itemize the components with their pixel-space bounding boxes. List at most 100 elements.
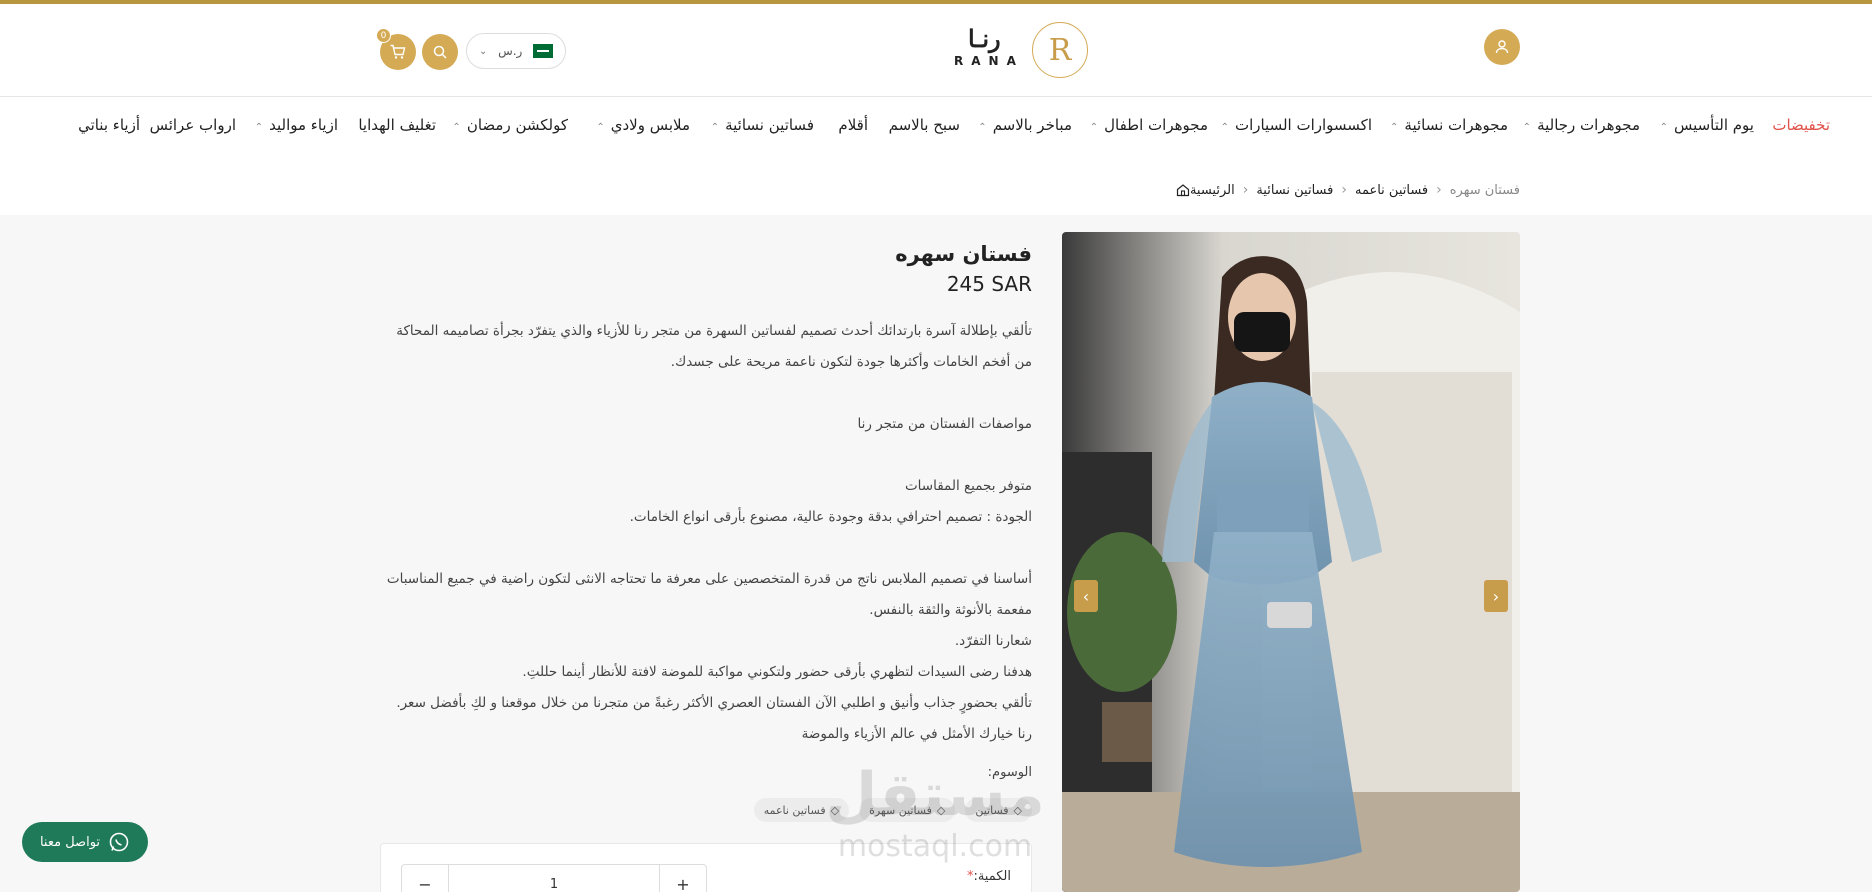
nav-item-label: أقلام <box>838 116 868 134</box>
chevron-up-icon: ⌃ <box>254 122 264 133</box>
whatsapp-icon <box>109 832 129 852</box>
description-line: هدفنا رضى السيدات لتظهري بأرقى حضور ولتك… <box>522 664 1032 680</box>
chevron-left-icon: ‹ <box>1242 182 1249 198</box>
nav-item-mens-jewelry[interactable]: مجوهرات رجالية ⌃ <box>1523 116 1640 134</box>
gallery-prev-button[interactable]: ‹ <box>1074 580 1098 612</box>
product-price: 245 SAR <box>946 272 1032 296</box>
nav-item-label: يوم التأسيس <box>1673 116 1754 134</box>
chevron-left-icon: ‹ <box>1082 586 1090 606</box>
chevron-up-icon: ⌃ <box>1522 122 1532 133</box>
chevron-up-icon: ⌃ <box>978 122 987 133</box>
nav-item-sale[interactable]: تخفيضات <box>1772 116 1830 134</box>
breadcrumb-womens-dresses[interactable]: فساتين نسائية <box>1256 183 1333 198</box>
description-line <box>380 378 1032 409</box>
user-icon <box>1495 40 1509 54</box>
product-title: فستان سهره <box>895 242 1032 266</box>
chevron-left-icon: ‹ <box>1341 182 1347 198</box>
watermark-arabic: مستقل <box>825 760 1045 830</box>
nav-item-named-rosaries[interactable]: سبح بالاسم <box>889 116 960 134</box>
breadcrumb: الرئيسية ‹ فساتين نسائية ‹ فساتين ناعمه … <box>1170 182 1520 198</box>
increase-quantity-button[interactable]: + <box>660 865 706 892</box>
nav-item-pens[interactable]: أقلام <box>838 116 868 134</box>
nav-item-label: مجوهرات رجالية <box>1537 116 1640 134</box>
description-line: مواصفات الفستان من متجر رنا <box>857 416 1032 432</box>
description-line: الجودة : تصميم احترافي بدقة وجودة عالية،… <box>629 509 1032 525</box>
description-line <box>380 440 1032 471</box>
nav-item-label: اكسسوارات السيارات <box>1234 116 1372 134</box>
description-line: تألقي بإطلالة آسرة بارتدائك أحدث تصميم ل… <box>396 323 1032 370</box>
nav-item-label: تغليف الهدايا <box>358 116 436 134</box>
chevron-up-icon: ⌃ <box>1659 122 1668 133</box>
nav-item-gift-wrapping[interactable]: تغليف الهدايا <box>358 116 436 134</box>
chevron-up-icon: ⌃ <box>1220 122 1229 133</box>
site-header: رنـا RANA R ⌄ ر.س 0 <box>0 4 1872 97</box>
quantity-stepper: − 1 + <box>401 864 707 892</box>
whatsapp-label: تواصل معنا <box>39 834 101 850</box>
chevron-right-icon: › <box>1492 586 1500 606</box>
nav-item-label: مباخر بالاسم <box>992 116 1072 134</box>
nav-item-label: تخفيضات <box>1772 116 1830 134</box>
description-line: تألقي بحضورٍ جذاب وأنيق و اطلبي الآن الف… <box>396 695 1032 711</box>
watermark-english: mostaql.com <box>837 829 1033 864</box>
nav-item-womens-jewelry[interactable]: مجوهرات نسائية ⌃ <box>1390 116 1508 134</box>
breadcrumb-home[interactable]: الرئيسية <box>1190 183 1235 198</box>
currency-selector[interactable]: ⌄ ر.س <box>466 33 566 69</box>
gallery-next-button[interactable]: › <box>1484 580 1508 612</box>
nav-item-founding-day[interactable]: يوم التأسيس ⌃ <box>1660 116 1754 134</box>
chevron-up-icon: ⌃ <box>1089 122 1099 133</box>
main-navigation: تخفيضات يوم التأسيس ⌃ مجوهرات رجالية ⌃ مجو… <box>0 98 1872 158</box>
nav-item-ramadan-collection[interactable]: كولكشن رمضان ⌃ <box>452 116 568 134</box>
tag-label: فساتين ناعمه <box>763 803 826 817</box>
nav-item-label: مجوهرات اطفال <box>1104 116 1208 134</box>
search-icon <box>433 45 447 59</box>
nav-item-car-accessories[interactable]: اكسسوارات السيارات ⌃ <box>1221 116 1372 134</box>
chevron-up-icon: ⌃ <box>596 122 605 133</box>
description-line <box>380 533 1032 564</box>
account-button[interactable] <box>1484 29 1520 65</box>
description-line: أساسنا في تصميم الملابس ناتج من قدرة الم… <box>386 571 1032 618</box>
nav-item-label: سبح بالاسم <box>888 116 960 134</box>
saudi-flag-icon <box>533 44 553 58</box>
nav-item-newborn-fashion[interactable]: ازياء مواليد ⌃ <box>255 116 338 134</box>
product-photo <box>1062 232 1520 892</box>
cart-count-badge: 0 <box>376 28 391 43</box>
chevron-up-icon: ⌃ <box>1390 122 1399 133</box>
nav-item-label: مجوهرات نسائية <box>1404 116 1508 134</box>
nav-item-kids-jewelry[interactable]: مجوهرات اطفال ⌃ <box>1090 116 1208 134</box>
whatsapp-contact-button[interactable]: تواصل معنا <box>22 822 148 862</box>
logo-english-text: RANA <box>954 54 1024 68</box>
product-image-gallery[interactable] <box>1062 232 1520 892</box>
chevron-up-icon: ⌃ <box>710 122 720 133</box>
nav-item-womens-dresses[interactable]: فساتين نسائية ⌃ <box>711 116 814 134</box>
currency-label: ر.س <box>498 44 523 58</box>
nav-item-label: فساتين نسائية <box>725 116 814 134</box>
nav-item-label: كولكشن رمضان <box>466 116 568 134</box>
nav-item-label: أزياء بناتي <box>78 116 140 134</box>
site-logo[interactable]: رنـا RANA R <box>950 16 1090 82</box>
nav-item-bridal-robes[interactable]: ارواب عرائس <box>150 116 236 134</box>
nav-item-label: ملابس ولادي <box>610 116 690 134</box>
logo-mark: R <box>1032 22 1088 78</box>
quantity-input[interactable]: 1 <box>448 865 660 892</box>
nav-item-label: ازياء مواليد <box>269 116 338 134</box>
decrease-quantity-button[interactable]: − <box>402 865 448 892</box>
cart-button[interactable]: 0 <box>376 28 416 70</box>
search-button[interactable] <box>422 34 458 70</box>
breadcrumb-soft-dresses[interactable]: فساتين ناعمه <box>1355 183 1428 198</box>
nav-item-girls-fashion[interactable]: أزياء بناتي <box>78 116 140 134</box>
description-line: متوفر بجميع المقاسات <box>904 478 1032 494</box>
chevron-down-icon: ⌄ <box>479 45 488 57</box>
cart-icon <box>390 44 406 59</box>
nav-item-boys-clothing[interactable]: ملابس ولادي ⌃ <box>596 116 690 134</box>
chevron-left-icon: ‹ <box>1436 182 1442 198</box>
breadcrumb-current: فستان سهره <box>1449 182 1520 198</box>
watermark: مستقل mostaql.com <box>820 760 1050 890</box>
home-icon[interactable] <box>1176 183 1190 197</box>
logo-arabic-text: رنـا <box>968 24 1001 53</box>
description-line: شعارنا التفرّد. <box>954 633 1032 649</box>
description-line: رنا خيارك الأمثل في عالم الأزياء والموضة <box>801 726 1032 742</box>
nav-item-label: ارواب عرائس <box>149 116 236 134</box>
product-description: تألقي بإطلالة آسرة بارتدائك أحدث تصميم ل… <box>380 316 1032 750</box>
nav-item-named-incense-burners[interactable]: مباخر بالاسم ⌃ <box>978 116 1072 134</box>
chevron-up-icon: ⌃ <box>452 122 461 133</box>
